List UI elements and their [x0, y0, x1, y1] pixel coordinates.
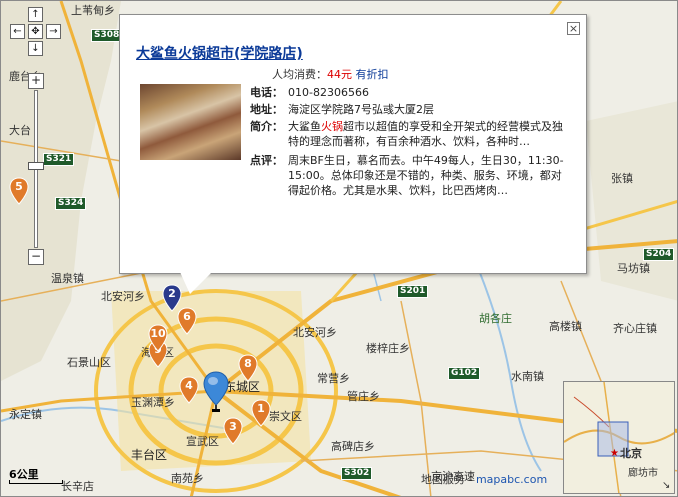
marker-number: 1 [257, 402, 265, 415]
place-label: 北安河乡 [293, 326, 337, 339]
river-label: 胡各庄 [479, 312, 512, 325]
road-shield: S308 [91, 29, 123, 42]
district-label: 崇文区 [269, 410, 302, 423]
pan-up-button[interactable]: ↑ [28, 7, 43, 22]
place-label: 高碑店乡 [331, 440, 375, 453]
review-value: 周末BF生日，慕名而去。中午49每人，生日30，11:30-15:00。总体印象… [288, 154, 564, 197]
price-value: 44元 [327, 68, 352, 81]
place-label: 北安河乡 [101, 290, 145, 303]
place-label: 张镇 [611, 172, 633, 185]
road-shield: S201 [397, 285, 429, 298]
map-canvas[interactable]: 鹿台乡 上苇甸乡 大台 北安河乡 温泉镇 永定镇 石景山区 玉渊潭乡 丰台区 宣… [0, 0, 678, 497]
marker-number: 10 [150, 327, 166, 340]
place-label: 管庄乡 [347, 390, 380, 403]
overview-base [564, 382, 674, 493]
phone-key: 电话： [250, 86, 283, 99]
district-label: 东城区 [224, 380, 261, 394]
phone-value: 010-82306566 [288, 86, 369, 99]
district-label: 宣武区 [186, 435, 219, 448]
intro-value: 大鲨鱼火锅超市以超值的享受和全开架式的经营模式及独特的理念而著称，有百余种酒水、… [288, 119, 570, 149]
place-label: 南苑乡 [171, 472, 204, 485]
place-label: 温泉镇 [51, 272, 84, 285]
marker-number: 3 [229, 420, 237, 433]
pan-center-button[interactable]: ✥ [28, 24, 43, 39]
price-line: 人均消费：44元 有折扣 [272, 66, 389, 82]
place-label: 石景山区 [67, 356, 111, 369]
place-label: 水南镇 [511, 370, 544, 383]
attribution-link[interactable]: mapabc.com [476, 473, 547, 486]
close-icon[interactable]: × [567, 22, 580, 35]
district-label: 丰台区 [131, 448, 168, 462]
overview-map[interactable]: ★ 北京 廊坊市 ↘ [563, 381, 675, 494]
place-label: 齐心庄镇 [613, 322, 657, 335]
place-label: 楼梓庄乡 [366, 342, 410, 355]
pan-control: ↑ ← ✥ → ↓ [7, 7, 65, 56]
poi-info-window: × 大鲨鱼火锅超市(学院路店) 人均消费：44元 有折扣 电话： 010-823… [119, 14, 587, 294]
place-label: 上苇甸乡 [71, 4, 115, 17]
intro-text-start: 大鲨鱼 [288, 120, 321, 133]
intro-highlight: 火锅 [321, 120, 343, 133]
road-shield: S321 [43, 153, 75, 166]
place-label: 常营乡 [317, 372, 350, 385]
marker-number: 5 [15, 180, 23, 193]
zoom-in-button[interactable]: + [28, 73, 44, 89]
poi-details: 电话： 010-82306566 地址： 海淀区学院路7号弘彧大厦2层 简介： … [250, 85, 570, 200]
selected-location-pin-icon[interactable] [203, 371, 229, 413]
discount-link[interactable]: 有折扣 [356, 68, 389, 81]
pan-left-button[interactable]: ← [10, 24, 25, 39]
overview-collapse-icon[interactable]: ↘ [662, 480, 670, 492]
road-shield: S204 [643, 248, 675, 261]
road-shield: S324 [55, 197, 87, 210]
zoom-control: + − [28, 73, 44, 265]
review-key: 点评： [250, 154, 283, 167]
overview-star-icon: ★ [610, 448, 619, 459]
marker-number: 4 [185, 379, 193, 392]
poi-title-link[interactable]: 大鲨鱼火锅超市(学院路店) [136, 43, 303, 63]
marker-number: 6 [183, 310, 191, 323]
pan-down-button[interactable]: ↓ [28, 41, 43, 56]
place-label: 马坊镇 [617, 262, 650, 275]
price-label: 人均消费： [272, 68, 327, 81]
place-label: 高楼镇 [549, 320, 582, 333]
address-key: 地址： [250, 103, 283, 116]
info-window-tail [180, 272, 212, 294]
road-shield: G102 [448, 367, 481, 380]
road-shield: S302 [341, 467, 373, 480]
place-label: 永定镇 [9, 408, 42, 421]
zoom-out-button[interactable]: − [28, 249, 44, 265]
overview-city2-label: 廊坊市 [628, 468, 658, 479]
pan-right-button[interactable]: → [46, 24, 61, 39]
attribution-text: 地图服务 - [421, 473, 476, 486]
intro-key: 简介： [250, 120, 283, 133]
attribution: 地图服务 - mapabc.com [421, 471, 547, 487]
address-value: 海淀区学院路7号弘彧大厦2层 [288, 103, 434, 116]
marker-number: 2 [168, 287, 176, 300]
place-label: 长辛店 [61, 480, 94, 493]
place-label: 玉渊潭乡 [131, 396, 175, 409]
scale-bar [9, 480, 63, 484]
marker-number: 8 [244, 357, 252, 370]
overview-city-label: 北京 [620, 447, 642, 460]
poi-photo[interactable] [140, 84, 241, 160]
zoom-slider-thumb[interactable] [28, 161, 44, 170]
